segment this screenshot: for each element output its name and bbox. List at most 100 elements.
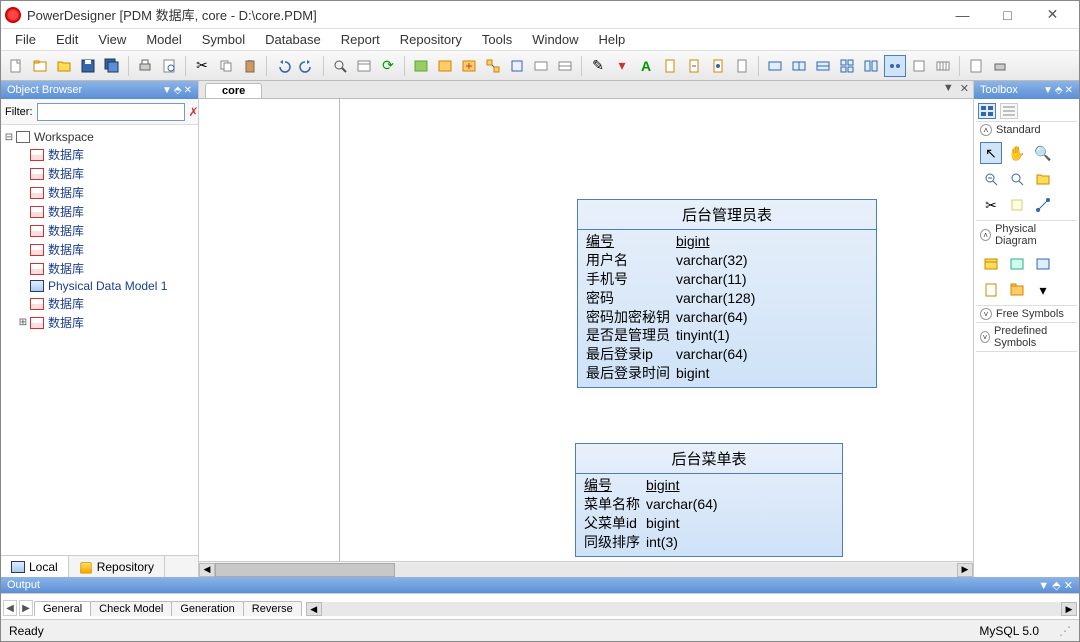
new-project-icon[interactable] bbox=[29, 55, 51, 77]
open-icon[interactable] bbox=[53, 55, 75, 77]
more-tool-icon[interactable]: ▾ bbox=[1032, 279, 1054, 301]
menu-model[interactable]: Model bbox=[136, 30, 191, 49]
tree-node-pdm[interactable]: Physical Data Model 1 bbox=[3, 278, 196, 294]
menu-help[interactable]: Help bbox=[589, 30, 636, 49]
doc-tab-core[interactable]: core bbox=[205, 83, 262, 98]
maximize-button[interactable]: □ bbox=[985, 1, 1030, 29]
tb-btn-6[interactable] bbox=[530, 55, 552, 77]
procedure-tool-icon[interactable] bbox=[980, 279, 1002, 301]
undo-icon[interactable] bbox=[272, 55, 294, 77]
output-tab-reverse[interactable]: Reverse bbox=[243, 601, 302, 616]
tree-root[interactable]: ⊟ Workspace bbox=[3, 129, 196, 145]
zoom-out-icon[interactable] bbox=[980, 168, 1002, 190]
tb-btn-16[interactable] bbox=[860, 55, 882, 77]
refresh-icon[interactable]: ⟳ bbox=[377, 55, 399, 77]
filter-input[interactable] bbox=[37, 103, 185, 121]
zoom-fit-icon[interactable] bbox=[1006, 168, 1028, 190]
tb-btn-19[interactable] bbox=[932, 55, 954, 77]
pointer-tool-icon[interactable]: ↖ bbox=[980, 142, 1002, 164]
menu-tools[interactable]: Tools bbox=[472, 30, 522, 49]
tab-local[interactable]: Local bbox=[1, 556, 69, 577]
toolbox-view-grid-icon[interactable] bbox=[978, 103, 996, 119]
arrow-down-icon[interactable]: ▾ bbox=[611, 55, 633, 77]
menu-edit[interactable]: Edit bbox=[46, 30, 88, 49]
view-tool-icon[interactable] bbox=[1006, 253, 1028, 275]
reference-tool-icon[interactable] bbox=[1032, 253, 1054, 275]
tree-node-db[interactable]: 数据库 bbox=[3, 221, 196, 240]
table-tool-icon[interactable] bbox=[980, 253, 1002, 275]
scroll-right-icon[interactable]: ▶ bbox=[957, 563, 973, 577]
menu-database[interactable]: Database bbox=[255, 30, 331, 49]
minimize-button[interactable]: — bbox=[940, 1, 985, 29]
toolbox-close-icon[interactable]: ✕ bbox=[1065, 85, 1073, 96]
toolbox-section-physical[interactable]: ˄Physical Diagram bbox=[976, 221, 1077, 249]
tb-btn-13[interactable] bbox=[788, 55, 810, 77]
canvas-h-scrollbar[interactable]: ◀ ▶ bbox=[199, 561, 973, 577]
panel-pin-icon[interactable]: ⬘ bbox=[174, 85, 182, 96]
output-scrollbar[interactable]: ◀▶ bbox=[306, 601, 1077, 617]
note-tool-icon[interactable] bbox=[1006, 194, 1028, 216]
tree-node-db[interactable]: 数据库 bbox=[3, 259, 196, 278]
panel-close-icon[interactable]: ✕ bbox=[184, 85, 192, 96]
toolbox-section-free[interactable]: ˅Free Symbols bbox=[976, 306, 1077, 322]
toolbox-pin-icon[interactable]: ⬘ bbox=[1055, 85, 1063, 96]
package-tool-icon[interactable] bbox=[1006, 279, 1028, 301]
tb-btn-20[interactable] bbox=[965, 55, 987, 77]
zoom-in-icon[interactable]: 🔍 bbox=[1032, 142, 1054, 164]
redo-icon[interactable] bbox=[296, 55, 318, 77]
save-all-icon[interactable] bbox=[101, 55, 123, 77]
output-pin-icon[interactable]: ⬘ bbox=[1052, 580, 1060, 592]
doc-tab-close-icon[interactable]: ✕ bbox=[960, 82, 969, 95]
menu-view[interactable]: View bbox=[88, 30, 136, 49]
cut-icon[interactable]: ✂ bbox=[191, 55, 213, 77]
toolbox-view-list-icon[interactable] bbox=[1000, 103, 1018, 119]
tb-btn-11[interactable] bbox=[731, 55, 753, 77]
diagram-canvas[interactable]: 后台管理员表编号bigint用户名varchar(32)手机号varchar(1… bbox=[199, 99, 973, 561]
scroll-left-icon[interactable]: ◀ bbox=[199, 563, 215, 577]
close-button[interactable]: ✕ bbox=[1030, 1, 1075, 29]
tb-btn-2[interactable] bbox=[434, 55, 456, 77]
cut-tool-icon[interactable]: ✂ bbox=[980, 194, 1002, 216]
tb-btn-21[interactable] bbox=[989, 55, 1011, 77]
hand-tool-icon[interactable]: ✋ bbox=[1006, 142, 1028, 164]
panel-dropdown-icon[interactable]: ▼ bbox=[162, 85, 172, 96]
output-tab-check[interactable]: Check Model bbox=[90, 601, 172, 616]
entity-table[interactable]: 后台管理员表编号bigint用户名varchar(32)手机号varchar(1… bbox=[577, 199, 877, 388]
entity-table[interactable]: 后台菜单表编号bigint菜单名称varchar(64)父菜单idbigint同… bbox=[575, 443, 843, 557]
paste-icon[interactable] bbox=[239, 55, 261, 77]
tree-node-db[interactable]: ⊞数据库 bbox=[3, 313, 196, 332]
tb-btn-10[interactable] bbox=[707, 55, 729, 77]
doc-tab-dropdown-icon[interactable]: ▼ bbox=[943, 82, 954, 95]
toolbox-dropdown-icon[interactable]: ▼ bbox=[1043, 85, 1053, 96]
tb-btn-18[interactable] bbox=[908, 55, 930, 77]
tree-node-db[interactable]: 数据库 bbox=[3, 240, 196, 259]
output-tab-generation[interactable]: Generation bbox=[171, 601, 243, 616]
save-icon[interactable] bbox=[77, 55, 99, 77]
tb-btn-4[interactable] bbox=[482, 55, 504, 77]
scroll-thumb[interactable] bbox=[215, 563, 395, 577]
menu-report[interactable]: Report bbox=[331, 30, 390, 49]
filter-clear-icon[interactable]: ✗ bbox=[189, 103, 199, 121]
resize-grip-icon[interactable]: ⋰ bbox=[1059, 624, 1071, 638]
tree-node-db[interactable]: 数据库 bbox=[3, 145, 196, 164]
tree-node-db[interactable]: 数据库 bbox=[3, 294, 196, 313]
tree-node-db[interactable]: 数据库 bbox=[3, 183, 196, 202]
properties-icon[interactable] bbox=[353, 55, 375, 77]
toolbox-section-standard[interactable]: ˄Standard bbox=[976, 122, 1077, 138]
output-tab-next-icon[interactable]: ▶ bbox=[19, 600, 33, 616]
tb-btn-5[interactable] bbox=[506, 55, 528, 77]
menu-window[interactable]: Window bbox=[522, 30, 588, 49]
tb-btn-12[interactable] bbox=[764, 55, 786, 77]
find-icon[interactable] bbox=[329, 55, 351, 77]
copy-icon[interactable] bbox=[215, 55, 237, 77]
menu-file[interactable]: File bbox=[5, 30, 46, 49]
tab-repository[interactable]: Repository bbox=[69, 556, 165, 577]
menu-repository[interactable]: Repository bbox=[390, 30, 472, 49]
object-tree[interactable]: ⊟ Workspace 数据库数据库数据库数据库数据库数据库数据库Physica… bbox=[1, 125, 198, 555]
tb-btn-17[interactable] bbox=[884, 55, 906, 77]
open-diagram-icon[interactable] bbox=[1032, 168, 1054, 190]
new-icon[interactable] bbox=[5, 55, 27, 77]
output-close-icon[interactable]: ✕ bbox=[1064, 580, 1073, 592]
tb-btn-8[interactable] bbox=[659, 55, 681, 77]
output-dropdown-icon[interactable]: ▼ bbox=[1038, 580, 1049, 592]
